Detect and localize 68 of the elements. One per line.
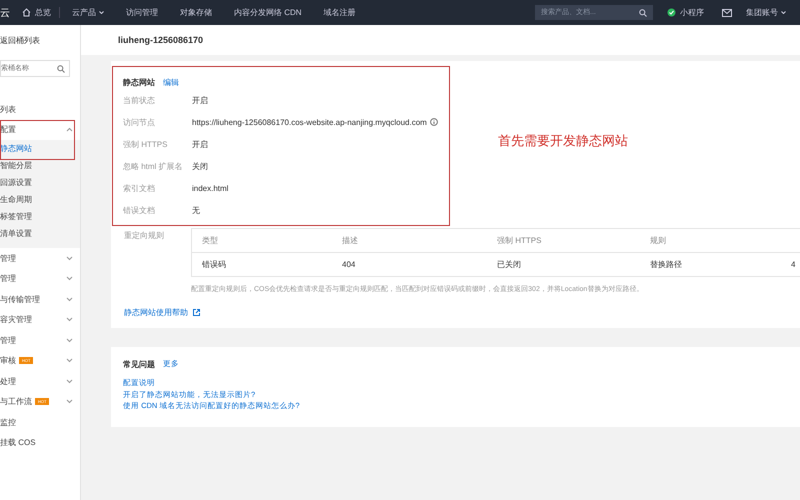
column-header: 描述 [341,235,359,246]
back-link[interactable]: 返回桶列表 [0,25,80,54]
info-icon[interactable] [430,118,438,126]
top-menu-item[interactable]: 域名注册 [324,7,356,18]
field-value: 无 [192,204,200,216]
sidebar-item[interactable]: 管理 [0,330,80,350]
table-cell-text: 4 [790,260,796,269]
top-menu-item[interactable]: 云产品 [72,7,104,18]
section-title: 静态网站 [123,76,155,88]
column-header: 强制 HTTPS [496,235,542,246]
sidebar-subitem[interactable]: 清单设置 [0,225,80,242]
annotation-text: 首先需要开发静态网站 [498,132,628,150]
search-icon[interactable] [57,64,65,72]
field-label: 当前状态 [123,94,156,106]
field-value: 开启 [192,94,208,106]
sidebar-item[interactable]: 管理 [0,268,80,289]
sidebar-subitem[interactable]: 标签管理 [0,208,80,225]
sidebar-item[interactable]: 监控 [0,412,80,432]
chevron-icon [66,276,73,282]
top-menu-item[interactable]: 对象存储 [180,7,212,18]
external-link-icon[interactable] [193,309,200,316]
chevron-icon [66,317,73,322]
sidebar-subitem[interactable]: 生命周期 [0,191,80,208]
mail-icon[interactable] [722,8,732,16]
table-cell-text: 已关闭 [496,259,522,270]
column-header: 规则 [649,235,667,246]
sidebar-item[interactable]: 处理 [0,371,80,392]
sidebar-item[interactable]: 列表 [0,99,80,120]
sidebar-subitem[interactable]: 智能分层 [0,157,80,174]
check-circle-icon [667,8,676,17]
caret-icon [781,11,786,14]
field-label: 访问节点 [123,116,156,128]
field-value: 关闭 [192,160,208,172]
home-link[interactable]: 总览 [22,7,60,18]
field-label: 强制 HTTPS [123,138,168,150]
field-label: 忽略 html 扩展名 [123,160,184,172]
account-menu[interactable]: 集团账号 [746,7,786,18]
top-menu-item[interactable]: 访问管理 [126,7,158,18]
table-cell-text: 错误码 [201,259,227,270]
field-value: 开启 [192,138,208,150]
field-value: https://liuheng-1256086170.cos-website.ap-nanjing.myqcloud.com [192,118,427,126]
chevron-icon [66,399,73,404]
sidebar-item[interactable]: 管理 [0,248,80,268]
table-cell-text: 404 [341,260,356,269]
mini-program-link[interactable]: 小程序 [667,7,704,18]
help-link[interactable]: 静态网站使用帮助 [124,307,188,318]
sidebar-item[interactable]: 挂载 COS [0,432,80,453]
field-value: index.html [192,184,228,192]
field-label: 错误文档 [123,204,156,216]
chevron-icon [66,338,73,343]
field-label: 索引文档 [123,182,156,194]
field-label: 重定向规则 [124,230,165,242]
chevron-icon [66,127,73,132]
edit-link[interactable]: 编辑 [163,76,179,88]
sidebar-item[interactable]: 容灾管理 [0,310,80,330]
home-icon [22,8,31,17]
column-header: 类型 [201,235,219,246]
top-menu-item[interactable]: 内容分发网络 CDN [234,7,302,18]
chevron-icon [66,378,73,384]
chevron-icon [66,296,73,302]
bucket-title: liuheng-1256086170 [81,25,800,55]
section-title: 常见问题 [123,358,155,370]
logo[interactable]: 云 [0,6,10,20]
chevron-icon [66,256,73,261]
sidebar-item[interactable]: 与传输管理 [0,289,80,310]
table-cell-text: 替换路径 [649,259,683,270]
sidebar-subitem[interactable]: 回源设置 [0,174,80,191]
chevron-icon [66,358,73,364]
